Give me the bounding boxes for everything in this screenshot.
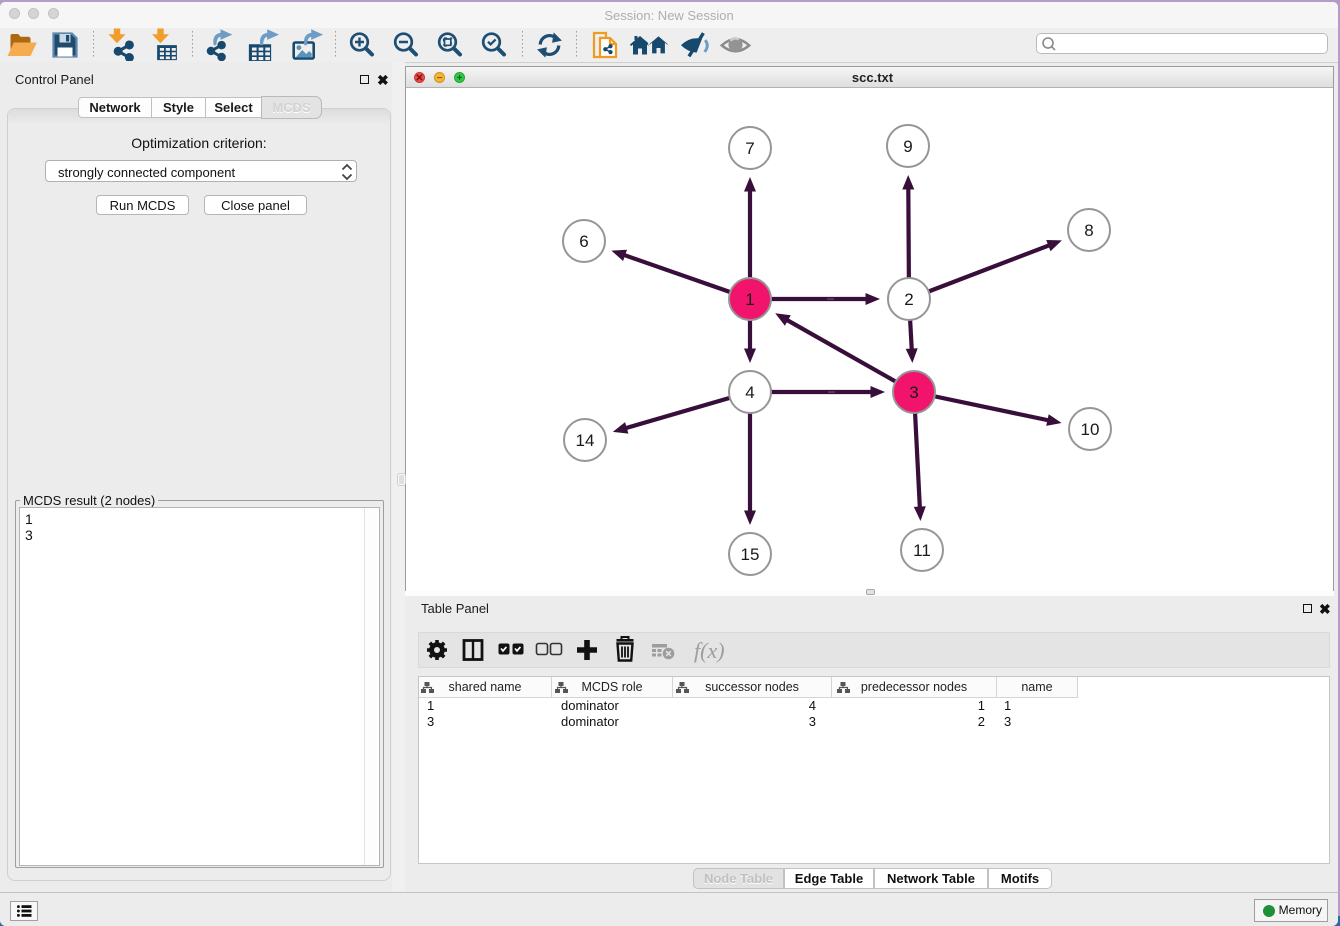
svg-text:3: 3 (909, 383, 918, 402)
svg-text:f(x): f(x) (694, 638, 725, 663)
svg-text:14: 14 (576, 431, 595, 450)
svg-text:1: 1 (745, 290, 754, 309)
svg-text:4: 4 (745, 383, 754, 402)
svg-text:11: 11 (913, 541, 931, 560)
svg-text:strongly connected component: strongly connected component (58, 165, 235, 180)
svg-text:8: 8 (1084, 221, 1093, 240)
svg-text:15: 15 (741, 545, 760, 564)
svg-text:2: 2 (904, 290, 913, 309)
svg-text:10: 10 (1081, 420, 1100, 439)
svg-text:9: 9 (903, 137, 912, 156)
svg-text:6: 6 (579, 232, 588, 251)
svg-text:7: 7 (745, 139, 754, 158)
